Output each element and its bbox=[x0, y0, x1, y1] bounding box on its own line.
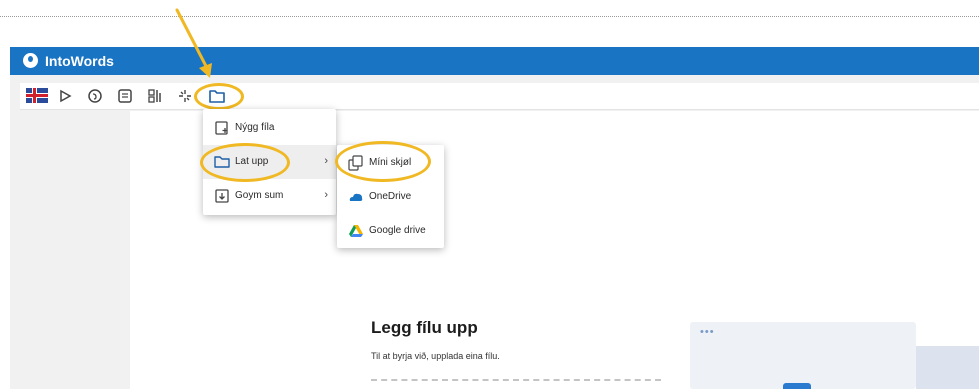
preview-side-panel bbox=[916, 346, 979, 389]
app-title: IntoWords bbox=[45, 53, 114, 69]
preview-upload-icon bbox=[783, 383, 811, 389]
chevron-right-icon: › bbox=[324, 189, 328, 201]
save-icon bbox=[215, 189, 229, 203]
titlebar: IntoWords bbox=[10, 47, 979, 75]
play-icon bbox=[60, 89, 72, 103]
google-drive-icon bbox=[349, 225, 363, 237]
intowords-logo-icon bbox=[23, 53, 38, 68]
reader-button[interactable] bbox=[114, 86, 136, 106]
speech-icon bbox=[88, 89, 102, 103]
file-menu: Nýgg fíla Lat upp › Goym sum › bbox=[203, 109, 336, 215]
submenu-item-label: Míni skjøl bbox=[369, 157, 412, 168]
upload-title: Legg fílu upp bbox=[371, 318, 478, 337]
gear-icon bbox=[179, 90, 191, 102]
my-documents-icon bbox=[348, 155, 363, 171]
folder-icon bbox=[209, 90, 225, 103]
submenu-item-onedrive[interactable]: OneDrive bbox=[337, 180, 444, 214]
upload-subtitle: Til at byrja við, upplada eina fílu. bbox=[371, 351, 500, 361]
submenu-item-google-drive[interactable]: Google drive bbox=[337, 214, 444, 248]
window-dots-icon: ••• bbox=[700, 326, 715, 338]
menu-item-label: Goym sum bbox=[235, 190, 284, 201]
chevron-right-icon: › bbox=[324, 155, 328, 167]
new-file-icon bbox=[215, 121, 228, 135]
menu-item-open[interactable]: Lat upp › bbox=[203, 145, 336, 179]
faroese-flag-icon[interactable] bbox=[26, 88, 48, 103]
menu-item-new-file[interactable]: Nýgg fíla bbox=[203, 111, 336, 145]
submenu-item-label: Google drive bbox=[369, 225, 426, 236]
folder-icon bbox=[214, 156, 230, 168]
play-button[interactable] bbox=[54, 86, 76, 106]
menu-item-label: Lat upp bbox=[235, 156, 269, 167]
top-dotted-border bbox=[0, 16, 979, 17]
word-prediction-button[interactable] bbox=[144, 86, 166, 106]
open-submenu: Míni skjøl OneDrive Google drive bbox=[337, 145, 444, 248]
menu-item-label: Nýgg fíla bbox=[235, 122, 275, 133]
submenu-item-label: OneDrive bbox=[369, 191, 412, 202]
annotation-arrow bbox=[175, 8, 212, 78]
submenu-item-my-documents[interactable]: Míni skjøl bbox=[337, 146, 444, 180]
toolbar bbox=[20, 83, 979, 110]
menu-item-save-as[interactable]: Goym sum › bbox=[203, 179, 336, 213]
speech-button[interactable] bbox=[84, 86, 106, 106]
abc-icon bbox=[148, 89, 161, 103]
upload-dropzone-border[interactable] bbox=[371, 379, 661, 381]
reader-icon bbox=[118, 89, 132, 103]
preview-card: ••• bbox=[690, 322, 916, 389]
onedrive-icon bbox=[349, 193, 363, 201]
